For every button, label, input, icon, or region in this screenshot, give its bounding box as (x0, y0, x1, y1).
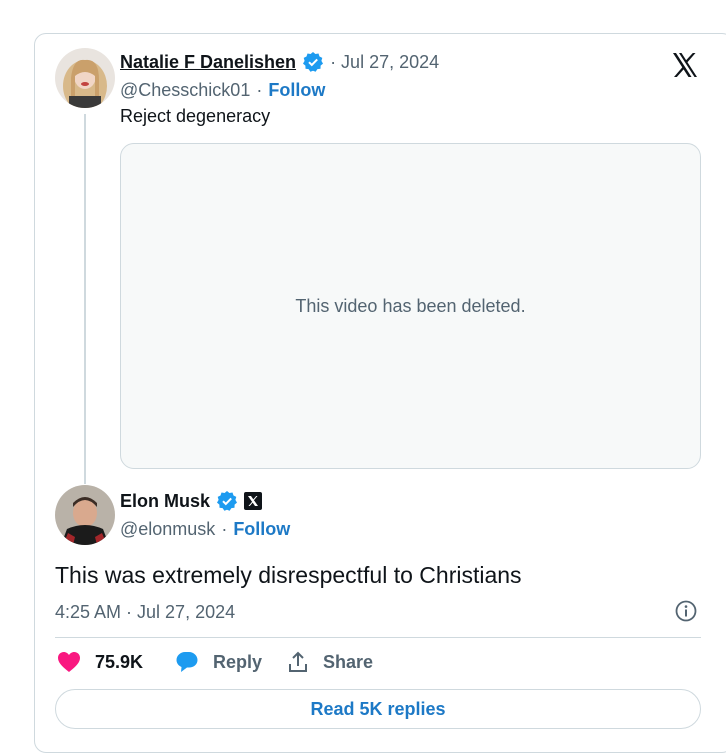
read-replies-button[interactable]: Read 5K replies (55, 689, 701, 729)
natalie-avatar[interactable] (55, 48, 115, 108)
original-tweet-text: Reject degeneracy (120, 106, 271, 126)
share-button[interactable]: Share (287, 651, 373, 673)
heart-icon (58, 652, 80, 672)
verified-badge-icon (217, 491, 238, 511)
share-label: Share (323, 651, 374, 672)
reply-tweet-text: This was extremely disrespectful to Chri… (55, 562, 522, 588)
reply-header-line2: @elonmusk · Follow (120, 519, 290, 540)
original-header-line2: @Chesschick01 · Follow (120, 80, 325, 101)
info-icon[interactable] (675, 600, 697, 622)
verified-badge-icon (303, 52, 324, 72)
actions-divider (55, 637, 701, 638)
reply-header-line1: Elon Musk (120, 490, 263, 512)
deleted-video-placeholder: This video has been deleted. (120, 143, 701, 469)
reply-button[interactable]: Reply (175, 651, 262, 673)
like-count: 75.9K (95, 651, 144, 672)
deleted-video-message: This video has been deleted. (295, 295, 526, 316)
share-icon (289, 651, 307, 672)
follow-natalie-link[interactable]: Follow (268, 80, 325, 101)
reply-label: Reply (213, 651, 263, 672)
x-affiliate-badge-icon[interactable] (244, 492, 263, 510)
reply-timestamp[interactable]: 4:25 AM · Jul 27, 2024 (55, 602, 235, 623)
original-header-line1: Natalie F Danelishen · Jul 27, 2024 (120, 51, 439, 73)
reply-author-handle[interactable]: @elonmusk (120, 519, 215, 540)
reply-author-name[interactable]: Elon Musk (120, 491, 210, 512)
original-tweet-date[interactable]: · Jul 27, 2024 (330, 52, 439, 73)
thread-connector-line (84, 114, 86, 484)
follow-elon-link[interactable]: Follow (233, 519, 290, 540)
original-author-name[interactable]: Natalie F Danelishen (120, 52, 296, 73)
x-logo-icon[interactable] (671, 51, 699, 79)
read-replies-label: Read 5K replies (310, 698, 446, 719)
original-author-handle[interactable]: @Chesschick01 (120, 80, 250, 101)
separator-dot: · (221, 519, 228, 539)
separator-dot: · (256, 80, 263, 100)
reply-bubble-icon (176, 652, 198, 672)
elon-avatar[interactable] (55, 485, 115, 545)
embedded-tweet-card: Natalie F Danelishen · Jul 27, 2024 @Che… (34, 33, 726, 753)
like-button[interactable]: 75.9K (57, 651, 143, 673)
